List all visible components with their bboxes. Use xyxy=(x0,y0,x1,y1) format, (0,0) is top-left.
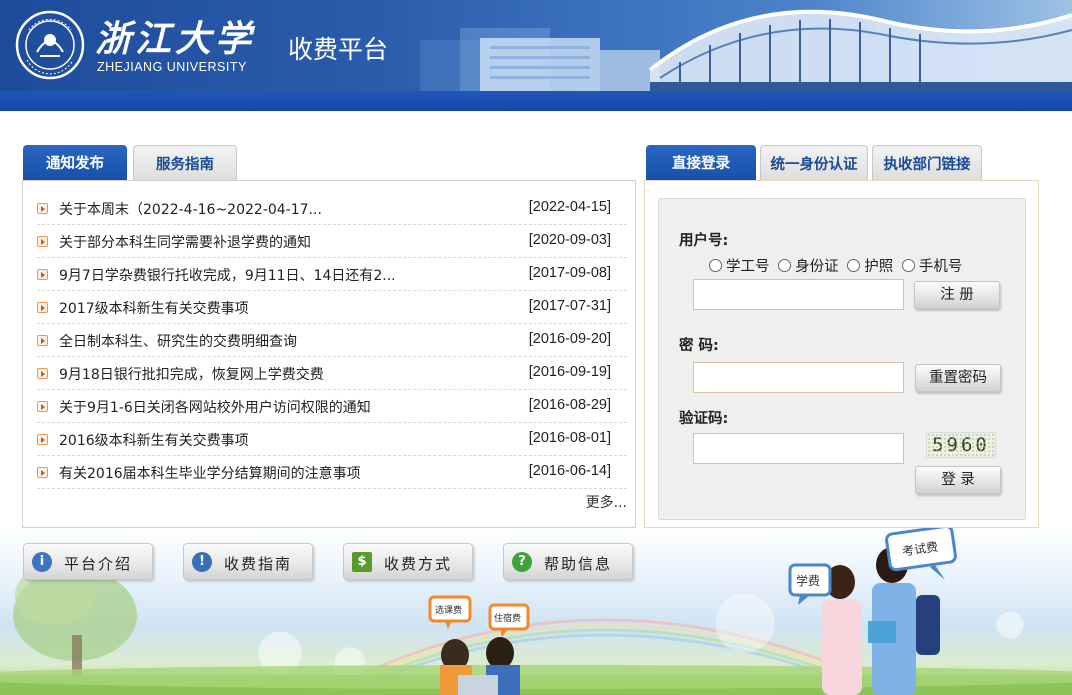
tab-service-guide[interactable]: 服务指南 xyxy=(133,145,237,180)
captcha-label: 验证码: xyxy=(679,411,729,427)
news-date: [2022-04-15] xyxy=(528,199,611,215)
bubble-tuition-text: 学费 xyxy=(796,573,820,588)
more-link[interactable]: 更多... xyxy=(586,492,627,512)
radio-label: 身份证 xyxy=(795,259,839,275)
bullet-arrow-icon xyxy=(37,401,48,412)
news-list-panel: 关于本周末（2022-4-16~2022-04-17... [2022-04-1… xyxy=(22,180,636,528)
info-icon: i xyxy=(32,552,52,572)
news-title[interactable]: 全日制本科生、研究生的交费明细查询 xyxy=(59,331,297,351)
username-label: 用户号: xyxy=(679,233,729,249)
news-date: [2016-09-19] xyxy=(528,364,611,380)
radio-staff-id[interactable]: 学工号 xyxy=(709,255,770,276)
radio-circle-icon xyxy=(901,259,915,272)
tab-department-links[interactable]: 执收部门链接 xyxy=(872,145,982,180)
id-type-radio-group: 学工号 身份证 护照 手机号 xyxy=(709,255,966,276)
tab-direct-login[interactable]: 直接登录 xyxy=(646,145,756,180)
bubble-course-fee-text: 选课费 xyxy=(435,604,462,616)
news-date: [2017-09-08] xyxy=(528,265,611,281)
radio-phone[interactable]: 手机号 xyxy=(901,255,963,276)
radio-id-card[interactable]: 身份证 xyxy=(778,255,839,276)
news-item[interactable]: 关于9月1-6日关闭各网站校外用户访问权限的通知 [2016-08-29] xyxy=(37,390,627,423)
news-item[interactable]: 关于部分本科生同学需要补退学费的通知 [2020-09-03] xyxy=(37,225,627,258)
news-item[interactable]: 9月18日银行批扣完成，恢复网上学费交费 [2016-09-19] xyxy=(37,357,627,390)
register-button[interactable]: 注 册 xyxy=(914,281,1000,309)
news-title[interactable]: 关于本周末（2022-4-16~2022-04-17... xyxy=(59,199,322,219)
password-input[interactable] xyxy=(693,362,904,393)
bullet-arrow-icon xyxy=(37,335,48,346)
login-panel: 用户号: 学工号 身份证 护照 手机号 注 册 密 码: 重置密码 验证码: 5… xyxy=(644,180,1039,528)
radio-label: 护照 xyxy=(864,259,894,275)
news-item[interactable]: 有关2016届本科生毕业学分结算期间的注意事项 [2016-06-14] xyxy=(37,456,627,489)
news-title[interactable]: 2016级本科新生有关交费事项 xyxy=(59,430,249,450)
news-title[interactable]: 有关2016届本科生毕业学分结算期间的注意事项 xyxy=(59,463,361,483)
platform-intro-button[interactable]: i 平台介绍 xyxy=(23,543,153,580)
fee-guide-button[interactable]: ! 收费指南 xyxy=(183,543,313,580)
login-form: 用户号: 学工号 身份证 护照 手机号 注 册 密 码: 重置密码 验证码: 5… xyxy=(658,198,1026,520)
campus-skyline-image xyxy=(420,9,1072,91)
news-date: [2016-06-14] xyxy=(528,463,611,479)
bullet-arrow-icon xyxy=(37,203,48,214)
bullet-arrow-icon xyxy=(37,434,48,445)
bubble-dorm-fee-text: 住宿费 xyxy=(494,612,521,624)
radio-circle-icon xyxy=(709,259,722,272)
news-item[interactable]: 全日制本科生、研究生的交费明细查询 [2016-09-20] xyxy=(37,324,627,357)
header-divider-bar xyxy=(0,91,1072,111)
help-info-label: 帮助信息 xyxy=(544,555,613,573)
speech-icon: ! xyxy=(192,552,212,572)
password-label: 密 码: xyxy=(679,338,719,354)
platform-title: 收费平台 xyxy=(288,35,389,64)
news-item[interactable]: 9月7日学杂费银行托收完成，9月11日、14日还有2... [2017-09-0… xyxy=(37,258,627,291)
bullet-arrow-icon xyxy=(37,368,48,379)
university-seal-logo xyxy=(15,10,85,80)
news-date: [2016-09-20] xyxy=(528,331,611,347)
radio-label: 学工号 xyxy=(726,259,770,275)
news-item[interactable]: 2017级本科新生有关交费事项 [2017-07-31] xyxy=(37,291,627,324)
username-input[interactable] xyxy=(693,279,904,310)
news-item[interactable]: 关于本周末（2022-4-16~2022-04-17... [2022-04-1… xyxy=(37,192,627,225)
bullet-arrow-icon xyxy=(37,236,48,247)
bullet-arrow-icon xyxy=(37,467,48,478)
radio-circle-icon xyxy=(778,259,792,272)
news-date: [2017-07-31] xyxy=(528,298,611,314)
login-button[interactable]: 登 录 xyxy=(915,466,1001,494)
radio-passport[interactable]: 护照 xyxy=(847,255,893,276)
university-name-en: ZHEJIANG UNIVERSITY xyxy=(97,60,247,74)
news-title[interactable]: 2017级本科新生有关交费事项 xyxy=(59,298,249,318)
news-title[interactable]: 9月7日学杂费银行托收完成，9月11日、14日还有2... xyxy=(59,265,396,285)
help-info-button[interactable]: ? 帮助信息 xyxy=(503,543,633,580)
bullet-arrow-icon xyxy=(37,269,48,280)
news-title[interactable]: 关于9月1-6日关闭各网站校外用户访问权限的通知 xyxy=(59,397,371,417)
payment-method-label: 收费方式 xyxy=(384,555,453,573)
news-date: [2020-09-03] xyxy=(528,232,611,248)
help-icon: ? xyxy=(512,552,532,572)
news-title[interactable]: 关于部分本科生同学需要补退学费的通知 xyxy=(59,232,311,252)
news-date: [2016-08-01] xyxy=(528,430,611,446)
news-item[interactable]: 2016级本科新生有关交费事项 [2016-08-01] xyxy=(37,423,627,456)
cash-icon: $ xyxy=(352,552,372,572)
site-header: 浙江大学 ZHEJIANG UNIVERSITY 收费平台 xyxy=(0,0,1072,91)
radio-label: 手机号 xyxy=(918,259,963,275)
platform-intro-label: 平台介绍 xyxy=(64,555,133,573)
payment-method-button[interactable]: $ 收费方式 xyxy=(343,543,473,580)
tab-notice[interactable]: 通知发布 xyxy=(23,145,127,180)
reset-password-button[interactable]: 重置密码 xyxy=(915,364,1001,392)
radio-circle-icon xyxy=(847,259,861,272)
bullet-arrow-icon xyxy=(37,302,48,313)
tab-unified-auth[interactable]: 统一身份认证 xyxy=(760,145,868,180)
fee-guide-label: 收费指南 xyxy=(224,555,293,573)
captcha-image[interactable]: 5960 xyxy=(926,432,996,458)
news-date: [2016-08-29] xyxy=(528,397,611,413)
university-name-cn: 浙江大学 xyxy=(95,18,256,60)
captcha-input[interactable] xyxy=(693,433,904,464)
news-title[interactable]: 9月18日银行批扣完成，恢复网上学费交费 xyxy=(59,364,324,384)
